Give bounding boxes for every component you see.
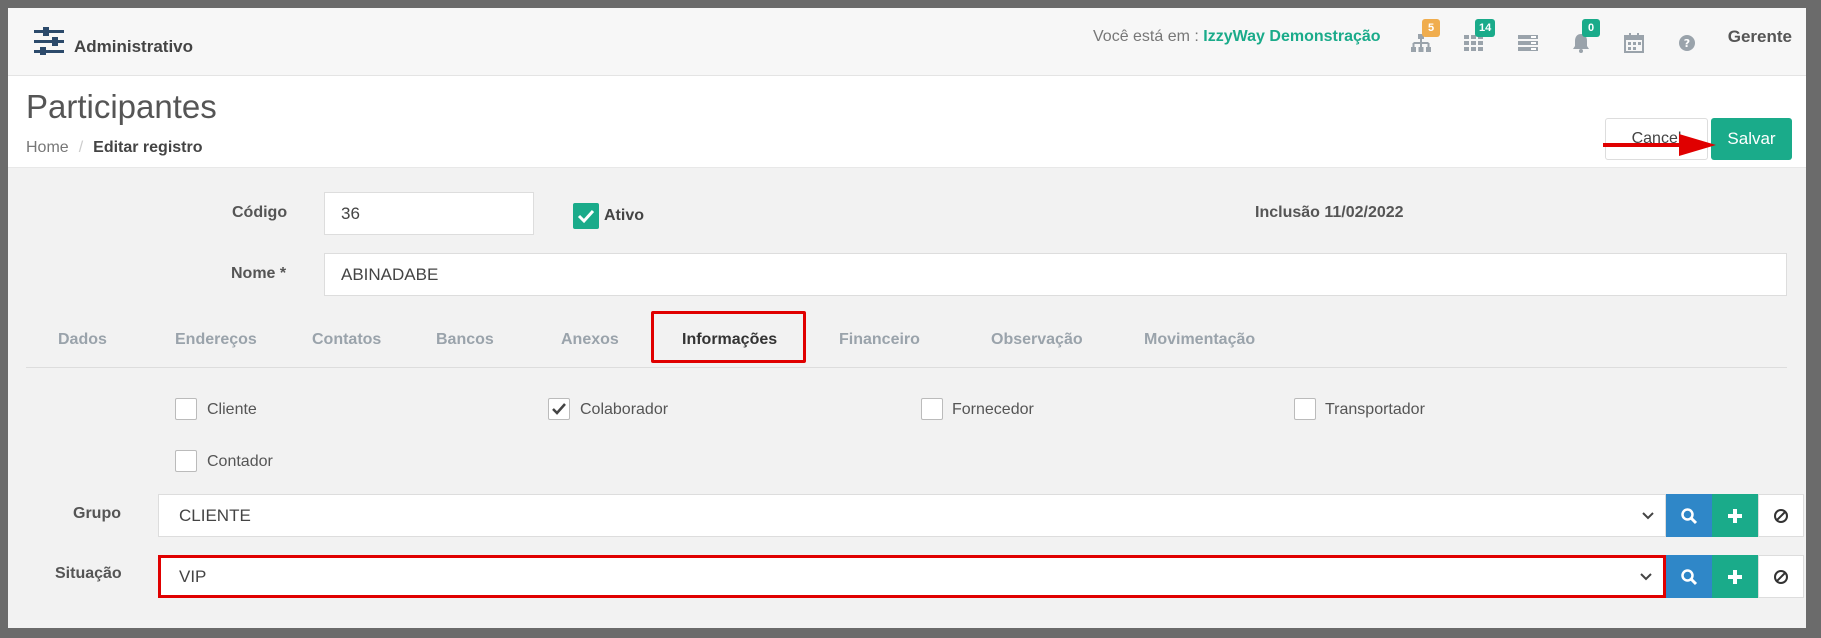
ativo-checkbox[interactable]	[573, 203, 599, 229]
location-indicator: Você está em : IzzyWay Demonstração	[1093, 28, 1381, 46]
org-chart-icon[interactable]: 5	[1410, 19, 1440, 54]
bell-icon[interactable]: 0	[1570, 19, 1600, 54]
fornecedor-checkbox[interactable]	[921, 398, 943, 420]
red-arrow-annotation	[1603, 134, 1716, 156]
colaborador-label: Colaborador	[580, 401, 669, 418]
ban-icon	[1774, 569, 1788, 584]
grupo-value: CLIENTE	[179, 506, 251, 525]
chevron-down-icon	[1642, 512, 1654, 520]
cliente-label: Cliente	[207, 401, 257, 418]
situacao-add-button[interactable]	[1712, 555, 1758, 598]
tab-dados[interactable]: Dados	[58, 312, 107, 368]
check-icon	[552, 403, 566, 415]
ban-icon	[1774, 508, 1788, 523]
contador-label: Contador	[207, 453, 273, 470]
cliente-checkbox[interactable]	[175, 398, 197, 420]
search-icon	[1681, 568, 1698, 585]
top-bar: Administrativo Você está em : IzzyWay De…	[8, 8, 1806, 76]
breadcrumb: Home / Editar registro	[26, 139, 203, 157]
ativo-label: Ativo	[604, 207, 644, 224]
chevron-down-icon	[1640, 573, 1652, 581]
check-icon	[577, 209, 595, 224]
tab-financeiro[interactable]: Financeiro	[839, 312, 920, 368]
page-header: Participantes Home / Editar registro Cance…	[8, 76, 1806, 168]
calendar-icon[interactable]	[1623, 32, 1645, 54]
situacao-value: VIP	[179, 567, 207, 586]
user-menu[interactable]: Gerente	[1728, 27, 1792, 47]
codigo-field[interactable]: 36	[324, 192, 534, 235]
plus-icon	[1728, 508, 1742, 523]
grupo-select[interactable]: CLIENTE	[158, 494, 1666, 537]
situacao-search-button[interactable]	[1666, 555, 1712, 598]
app-frame: Administrativo Você está em : IzzyWay De…	[8, 8, 1806, 628]
module-title: Administrativo	[74, 37, 194, 56]
grupo-add-button[interactable]	[1712, 494, 1758, 537]
situacao-clear-button[interactable]	[1758, 555, 1804, 598]
help-icon[interactable]: ?	[1676, 32, 1698, 54]
colaborador-checkbox[interactable]	[548, 398, 570, 420]
search-icon	[1681, 507, 1698, 524]
tab-observacao[interactable]: Observação	[991, 312, 1083, 368]
grupo-label: Grupo	[73, 505, 121, 522]
grupo-search-button[interactable]	[1666, 494, 1712, 537]
bell-badge: 0	[1582, 19, 1600, 37]
situacao-select[interactable]: VIP	[158, 555, 1666, 598]
server-list-icon[interactable]	[1517, 32, 1539, 54]
transportador-label: Transportador	[1325, 401, 1425, 418]
codigo-label: Código	[232, 204, 288, 221]
fornecedor-label: Fornecedor	[952, 401, 1034, 418]
company-link[interactable]: IzzyWay Demonstração	[1203, 28, 1380, 45]
tab-anexos[interactable]: Anexos	[561, 312, 619, 368]
transportador-checkbox[interactable]	[1294, 398, 1316, 420]
tab-highlight-annotation	[651, 311, 806, 363]
situacao-label: Situação	[55, 565, 122, 582]
grid-badge: 14	[1475, 19, 1496, 37]
breadcrumb-home[interactable]: Home	[26, 139, 69, 156]
location-prefix: Você está em :	[1093, 28, 1199, 45]
save-button[interactable]: Salvar	[1711, 118, 1792, 160]
page-title: Participantes	[26, 88, 217, 125]
tab-contatos[interactable]: Contatos	[312, 312, 381, 368]
sliders-menu-icon[interactable]	[34, 27, 64, 55]
svg-text:?: ?	[1684, 37, 1690, 50]
tab-movimentacao[interactable]: Movimentação	[1144, 312, 1255, 368]
inclusao-date: Inclusão 11/02/2022	[1255, 204, 1404, 221]
grid-icon[interactable]: 14	[1463, 19, 1496, 54]
nome-field[interactable]: ABINADABE	[324, 253, 1787, 296]
plus-icon	[1728, 569, 1742, 584]
nome-label: Nome *	[231, 265, 287, 282]
org-badge: 5	[1422, 19, 1440, 37]
tab-enderecos[interactable]: Endereços	[175, 312, 257, 368]
tab-bancos[interactable]: Bancos	[436, 312, 494, 368]
contador-checkbox[interactable]	[175, 450, 197, 472]
tab-bar: Dados Endereços Contatos Bancos Anexos I…	[26, 312, 1787, 368]
breadcrumb-separator: /	[78, 139, 84, 156]
grupo-clear-button[interactable]	[1758, 494, 1804, 537]
breadcrumb-current: Editar registro	[93, 139, 203, 156]
